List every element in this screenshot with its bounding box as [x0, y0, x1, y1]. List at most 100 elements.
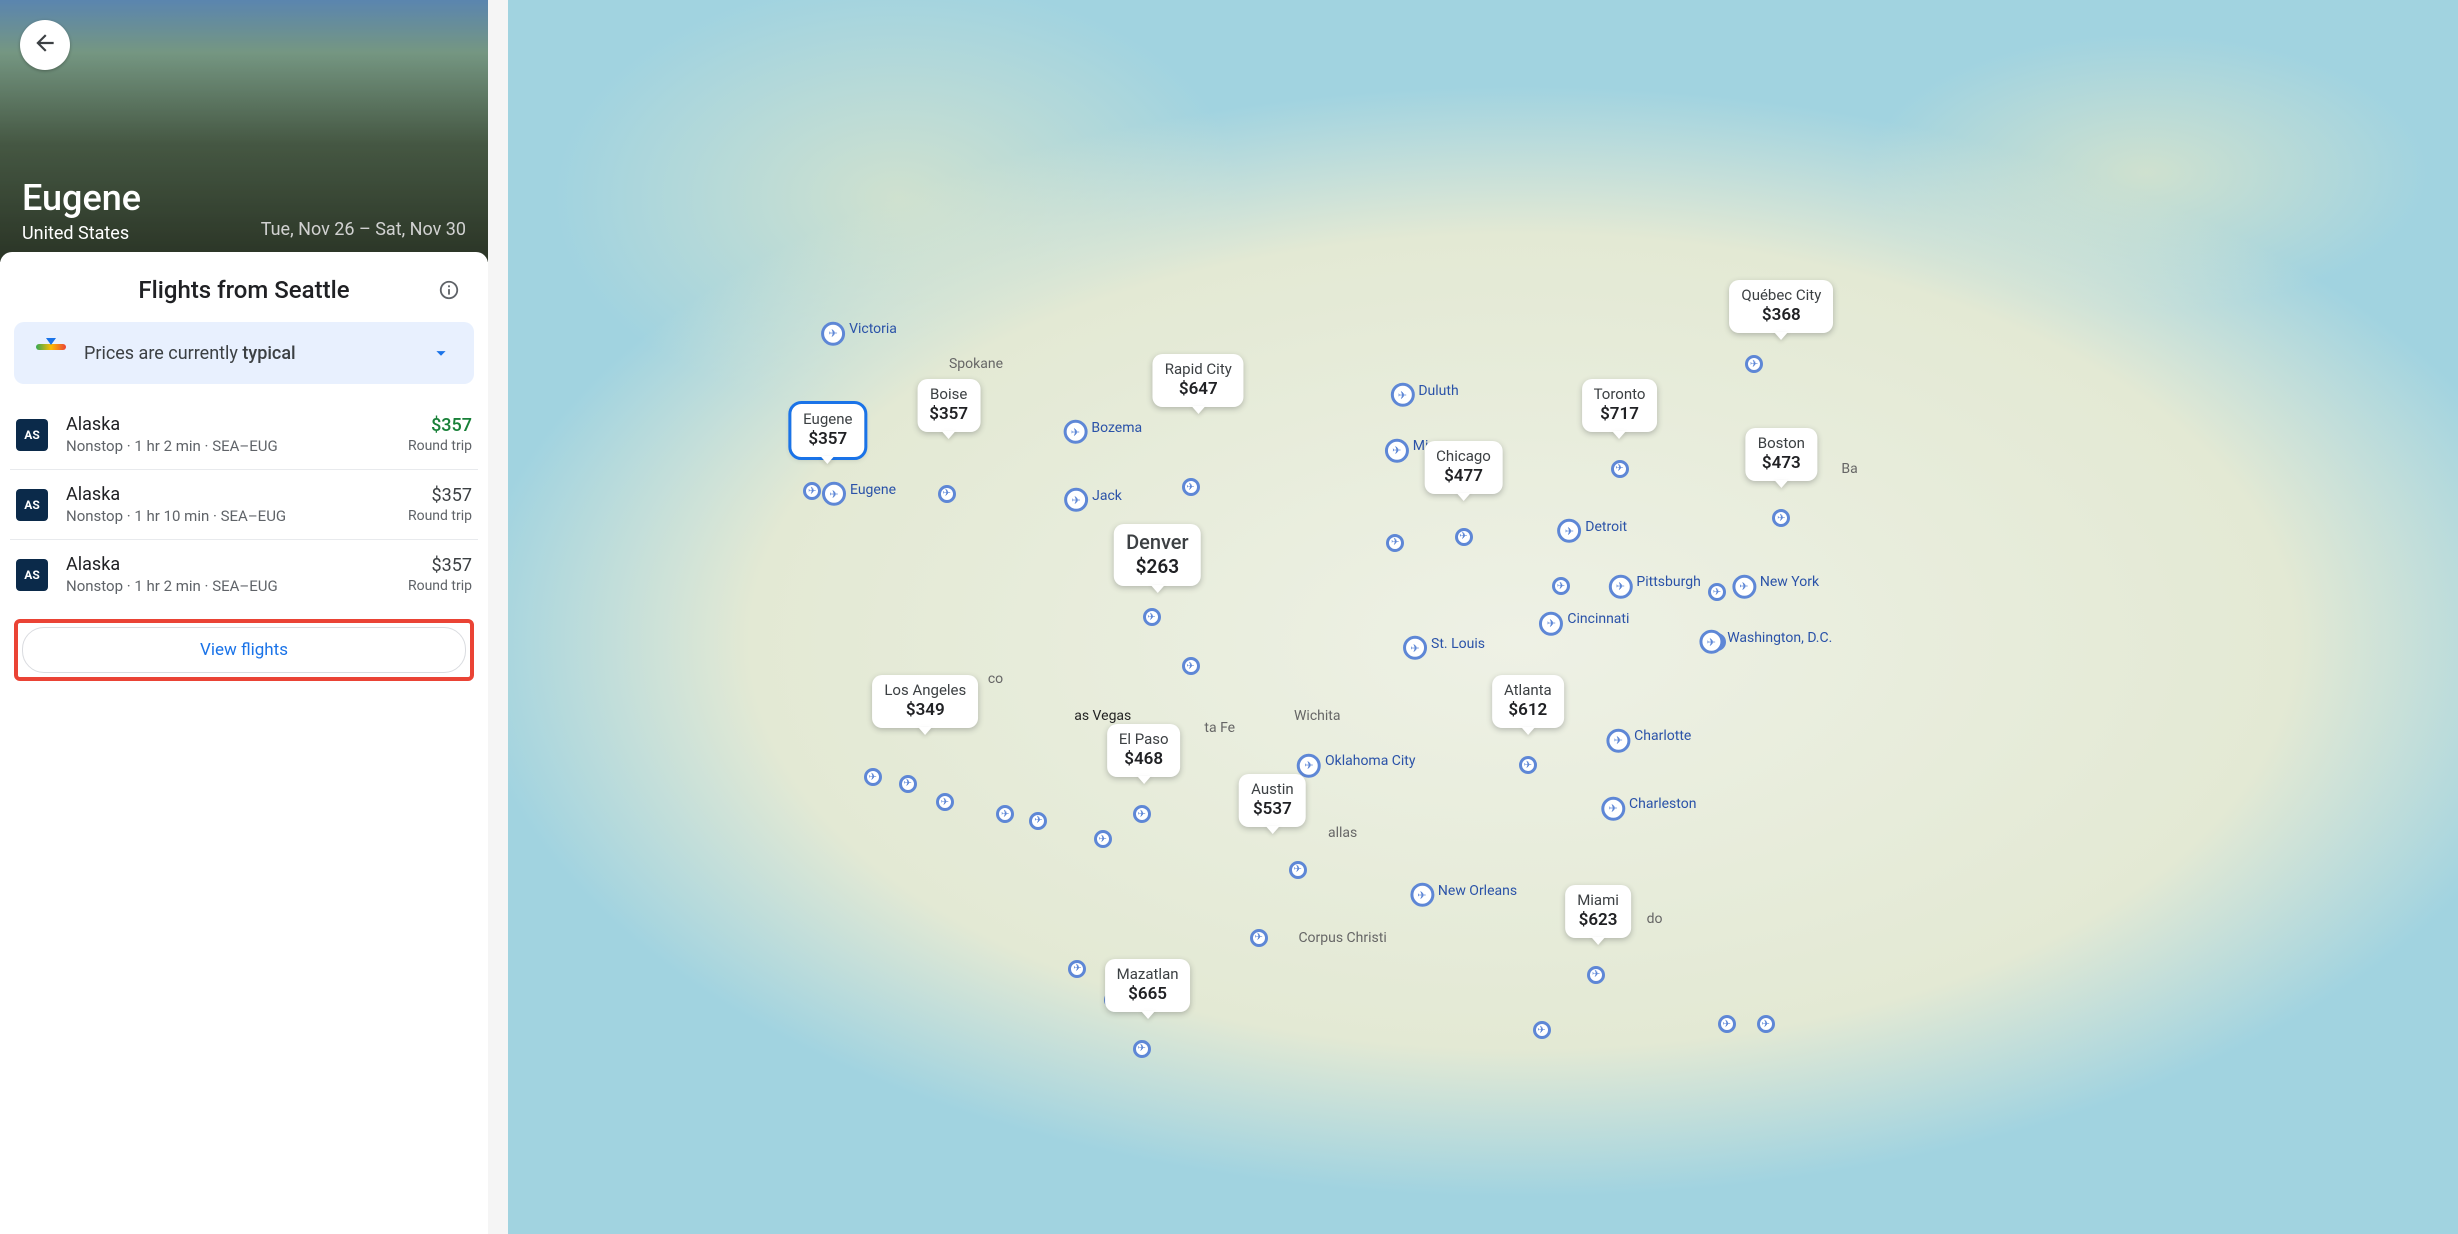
airport-marker-icon[interactable] — [1133, 805, 1151, 823]
price-card-price: $647 — [1165, 379, 1232, 399]
price-card-price: $368 — [1741, 305, 1821, 325]
section-title: Flights from Seattle — [138, 276, 349, 304]
price-card-city: Miami — [1577, 891, 1619, 909]
map-city-label: New York — [1732, 574, 1819, 599]
map-price-card[interactable]: Boise$357 — [917, 379, 980, 432]
map-city-label: Charlotte — [1606, 728, 1691, 753]
destination-hero: Eugene United States Tue, Nov 26 – Sat, … — [0, 0, 488, 262]
airport-marker-icon[interactable] — [864, 768, 882, 786]
back-button[interactable] — [20, 20, 70, 70]
map-city-label: Washington, D.C. — [1699, 629, 1832, 654]
price-card-price: $612 — [1504, 700, 1552, 720]
price-card-price: $349 — [884, 700, 966, 720]
map-price-card[interactable]: Miami$623 — [1565, 885, 1631, 938]
airport-marker-icon[interactable] — [1587, 966, 1605, 984]
explore-map[interactable]: VictoriaEugeneSpokaneBozemaJackDuluthMin… — [508, 0, 2458, 1234]
airport-marker-icon[interactable] — [1250, 929, 1268, 947]
info-icon[interactable] — [438, 279, 460, 301]
map-city-label: Cincinnati — [1539, 611, 1629, 636]
price-card-city: Québec City — [1741, 286, 1821, 304]
airport-marker-icon[interactable] — [1094, 830, 1112, 848]
airport-marker-icon[interactable] — [1552, 577, 1570, 595]
price-card-price: $665 — [1117, 984, 1179, 1004]
price-card-city: Chicago — [1436, 447, 1491, 465]
flight-details: Nonstop · 1 hr 10 min · SEA–EUG — [66, 507, 390, 525]
view-flights-button[interactable]: View flights — [22, 627, 466, 673]
flight-row[interactable]: ASAlaskaNonstop · 1 hr 2 min · SEA–EUG$3… — [10, 400, 478, 470]
map-city-label: Victoria — [821, 321, 897, 346]
map-city-label: allas — [1328, 825, 1357, 841]
price-card-city: Los Angeles — [884, 681, 966, 699]
airport-marker-icon[interactable] — [1182, 478, 1200, 496]
map-price-card[interactable]: Chicago$477 — [1424, 441, 1503, 494]
price-card-price: $717 — [1594, 404, 1646, 424]
map-city-label: Corpus Christi — [1298, 930, 1386, 946]
airport-marker-icon[interactable] — [1386, 534, 1404, 552]
airport-marker-icon[interactable] — [1289, 861, 1307, 879]
airport-marker-icon[interactable] — [936, 793, 954, 811]
airport-marker-icon[interactable] — [996, 805, 1014, 823]
airline-logo-icon: AS — [16, 489, 48, 521]
left-panel: Eugene United States Tue, Nov 26 – Sat, … — [0, 0, 488, 1234]
flight-price: $357 — [408, 485, 472, 506]
airport-marker-icon[interactable] — [1757, 1015, 1775, 1033]
airport-marker-icon[interactable] — [899, 775, 917, 793]
price-insight-card[interactable]: Prices are currently typical — [14, 322, 474, 384]
flight-details: Nonstop · 1 hr 2 min · SEA–EUG — [66, 577, 390, 595]
airline-logo-icon: AS — [16, 559, 48, 591]
map-price-card[interactable]: Eugene$357 — [791, 404, 864, 457]
view-flights-highlight: View flights — [14, 619, 474, 681]
airline-name: Alaska — [66, 484, 390, 505]
map-price-card[interactable]: Mazatlan$665 — [1105, 959, 1191, 1012]
airport-marker-icon[interactable] — [1611, 460, 1629, 478]
results-content: Flights from Seattle Prices are currentl… — [0, 252, 488, 1234]
map-city-label: Detroit — [1557, 518, 1627, 543]
destination-city: Eugene — [22, 177, 466, 219]
airport-marker-icon[interactable] — [1718, 1015, 1736, 1033]
airport-marker-icon[interactable] — [1745, 355, 1763, 373]
map-city-label: Charleston — [1601, 796, 1696, 821]
airport-marker-icon[interactable] — [1182, 657, 1200, 675]
map-price-card[interactable]: Denver$263 — [1114, 524, 1200, 586]
airport-marker-icon[interactable] — [1533, 1021, 1551, 1039]
map-city-label: Jack — [1064, 488, 1122, 513]
trip-type: Round trip — [408, 438, 472, 454]
airline-name: Alaska — [66, 554, 390, 575]
price-card-city: Eugene — [803, 410, 852, 428]
flight-row[interactable]: ASAlaskaNonstop · 1 hr 2 min · SEA–EUG$3… — [10, 540, 478, 609]
airport-marker-icon[interactable] — [1068, 960, 1086, 978]
map-city-label: New Orleans — [1410, 882, 1517, 907]
map-price-card[interactable]: El Paso$468 — [1107, 724, 1181, 777]
flight-row[interactable]: AS Alaska Nonstop · 1 hr 10 min · SEA–EUG $… — [10, 470, 478, 540]
airport-marker-icon[interactable] — [1143, 608, 1161, 626]
map-price-card[interactable]: Boston$473 — [1746, 428, 1817, 481]
price-card-price: $537 — [1251, 799, 1294, 819]
airport-marker-icon[interactable] — [1455, 528, 1473, 546]
map-city-label: Bozema — [1063, 420, 1142, 445]
price-card-city: El Paso — [1119, 730, 1169, 748]
price-card-city: Toronto — [1594, 385, 1646, 403]
airport-marker-icon[interactable] — [938, 485, 956, 503]
map-city-label: do — [1647, 911, 1663, 927]
price-card-price: $623 — [1577, 910, 1619, 930]
map-price-card[interactable]: Los Angeles$349 — [872, 675, 978, 728]
price-card-city: Atlanta — [1504, 681, 1552, 699]
map-price-card[interactable]: Toronto$717 — [1582, 379, 1658, 432]
airport-marker-icon[interactable] — [1519, 756, 1537, 774]
airport-marker-icon[interactable] — [803, 482, 821, 500]
price-card-price: $477 — [1436, 466, 1491, 486]
trip-type: Round trip — [408, 578, 472, 594]
map-city-label: Duluth — [1390, 383, 1458, 408]
trip-type: Round trip — [408, 508, 472, 524]
airport-marker-icon[interactable] — [1772, 509, 1790, 527]
map-price-card[interactable]: Austin$537 — [1239, 774, 1306, 827]
airport-marker-icon[interactable] — [1133, 1040, 1151, 1058]
map-price-card[interactable]: Québec City$368 — [1729, 280, 1833, 333]
flight-price: $357 — [408, 415, 472, 436]
map-price-card[interactable]: Atlanta$612 — [1492, 675, 1564, 728]
map-city-label: as Vegas — [1074, 708, 1131, 724]
map-price-card[interactable]: Rapid City$647 — [1153, 354, 1244, 407]
airport-marker-icon[interactable] — [1708, 583, 1726, 601]
destination-country: United States — [22, 223, 466, 244]
airport-marker-icon[interactable] — [1029, 812, 1047, 830]
